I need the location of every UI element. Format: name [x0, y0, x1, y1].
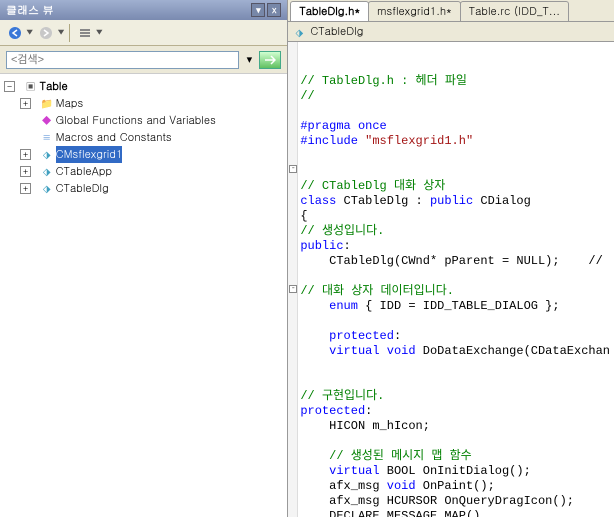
editor-gutter: - -: [288, 42, 298, 517]
class-icon: ⬗: [40, 165, 54, 179]
expander-icon[interactable]: +: [20, 183, 31, 194]
nav-back-button[interactable]: [4, 23, 26, 43]
nav-fwd-button[interactable]: [35, 23, 57, 43]
class-tree[interactable]: - ▣ Table + 📁 Maps: [0, 74, 287, 517]
tree-root-label: Table: [40, 78, 68, 95]
class-icon: ⬗: [40, 182, 54, 196]
tree-item-ctableapp[interactable]: ⬗ CTableApp: [38, 163, 114, 180]
tree-item-maps[interactable]: 📁 Maps: [38, 95, 86, 112]
folder-icon: 📁: [40, 97, 54, 111]
tree-root[interactable]: ▣ Table: [22, 78, 70, 95]
tab-table-rc[interactable]: Table.rc (IDD_T...: [460, 1, 569, 21]
expander-icon[interactable]: -: [4, 81, 15, 92]
settings-dd[interactable]: ▼: [96, 27, 103, 38]
const-icon: ≡: [40, 131, 54, 145]
class-dropdown[interactable]: CTableDlg: [310, 24, 363, 39]
nav-fwd-dd[interactable]: ▼: [57, 27, 64, 38]
pin-button[interactable]: ▾: [251, 3, 265, 17]
tree-item-ctabledlg[interactable]: ⬗ CTableDlg: [38, 180, 111, 197]
search-go-button[interactable]: [259, 51, 281, 69]
class-icon: ⬗: [40, 148, 54, 162]
editor-tabstrip: TableDlg.h* msflexgrid1.h* Table.rc (IDD…: [288, 0, 614, 22]
fold-icon[interactable]: -: [289, 165, 297, 173]
expander-icon[interactable]: +: [20, 98, 31, 109]
tree-item-macros[interactable]: ≡ Macros and Constants: [38, 129, 174, 146]
search-input[interactable]: [6, 51, 239, 69]
classview-toolbar: ▼ ▼ ▼: [0, 20, 287, 46]
expander-icon[interactable]: +: [20, 149, 31, 160]
tab-tabledlg-h[interactable]: TableDlg.h*: [290, 1, 369, 21]
toolbar-sep: [69, 24, 70, 42]
code-editor[interactable]: - - // TableDlg.h : 헤더 파일 // #pragma onc…: [288, 42, 614, 517]
nav-back-dd[interactable]: ▼: [26, 27, 33, 38]
tree-item-globals[interactable]: ◆ Global Functions and Variables: [38, 112, 218, 129]
globe-icon: ◆: [40, 114, 54, 128]
class-dropdown-bar: ⬗ CTableDlg: [288, 22, 614, 42]
search-dropdown[interactable]: ▾: [243, 52, 255, 67]
fold-icon[interactable]: -: [289, 285, 297, 293]
classview-searchbar: ▾: [0, 46, 287, 74]
classview-titlebar: 클래스 뷰 ▾ x: [0, 0, 287, 20]
close-button[interactable]: x: [267, 3, 281, 17]
expander-icon[interactable]: +: [20, 166, 31, 177]
tree-item-cmsflexgrid1[interactable]: ⬗ CMsflexgrid1: [38, 146, 125, 163]
classview-title: 클래스 뷰: [6, 3, 54, 18]
tab-msflexgrid1-h[interactable]: msflexgrid1.h*: [368, 1, 461, 21]
class-icon: ⬗: [292, 25, 306, 39]
project-icon: ▣: [24, 80, 38, 94]
settings-button[interactable]: [74, 23, 96, 43]
